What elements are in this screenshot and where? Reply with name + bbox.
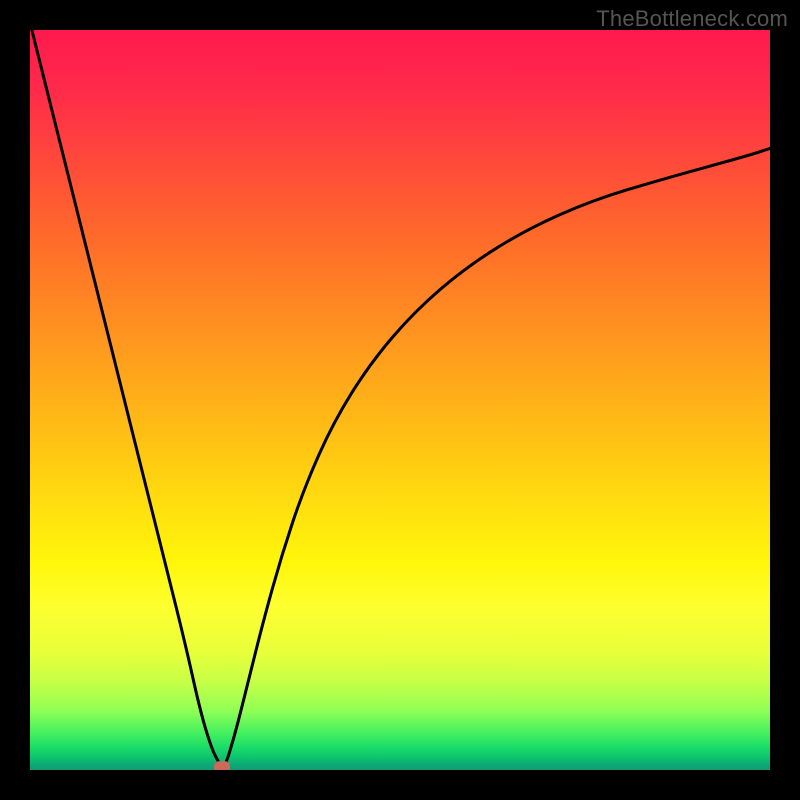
watermark-text: TheBottleneck.com — [596, 6, 788, 32]
chart-frame: TheBottleneck.com — [0, 0, 800, 800]
curve-svg — [30, 30, 770, 770]
minimum-marker — [214, 761, 230, 770]
plot-area — [30, 30, 770, 770]
bottleneck-curve — [30, 30, 770, 766]
